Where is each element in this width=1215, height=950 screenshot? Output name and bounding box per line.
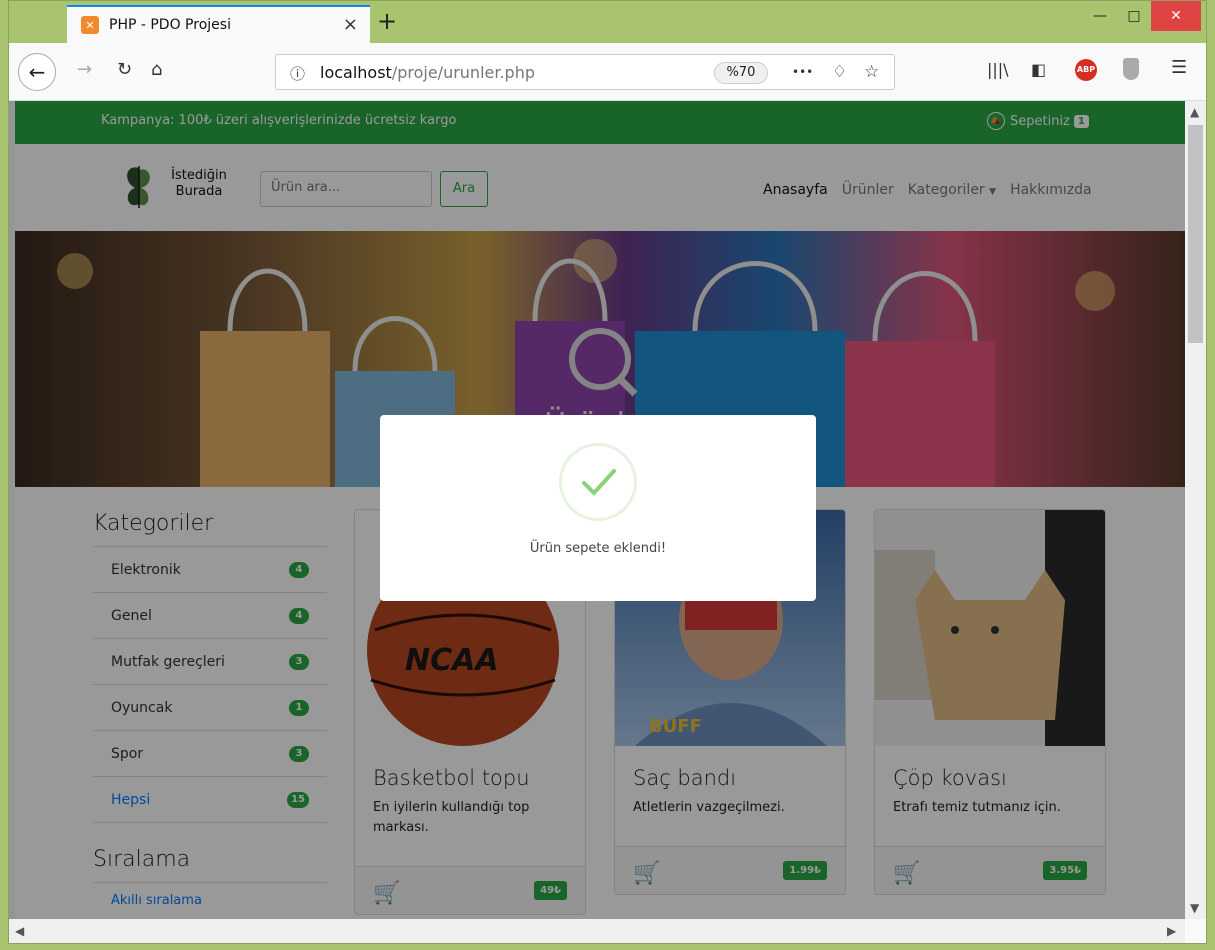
url-text[interactable]: localhost/proje/urunler.php <box>320 63 535 82</box>
shield-extension-icon[interactable] <box>1123 58 1139 80</box>
title-bar: ✕ PHP - PDO Projesi × + — □ ✕ <box>9 1 1206 43</box>
minimize-icon[interactable]: — <box>1085 1 1115 31</box>
pocket-icon[interactable]: ♢ <box>832 62 847 82</box>
bookmark-star-icon[interactable]: ☆ <box>864 62 879 82</box>
horizontal-scrollbar[interactable]: ◀ ▶ <box>9 919 1185 943</box>
tab-close-icon[interactable]: × <box>343 14 358 35</box>
scroll-right-icon[interactable]: ▶ <box>1167 924 1176 938</box>
browser-tab[interactable]: ✕ PHP - PDO Projesi × <box>67 5 370 43</box>
library-icon[interactable]: |||\ <box>987 60 1009 79</box>
page-actions-icon[interactable]: ••• <box>792 65 813 79</box>
navigation-toolbar: ← → ↻ ⌂ ⓘ localhost/proje/urunler.php %7… <box>9 43 1206 101</box>
forward-arrow-icon[interactable]: → <box>77 59 92 80</box>
xampp-favicon-icon: ✕ <box>81 16 99 34</box>
modal-message: Ürün sepete eklendi! <box>529 541 667 556</box>
reload-icon[interactable]: ↻ <box>117 59 132 80</box>
zoom-indicator[interactable]: %70 <box>714 62 768 84</box>
back-arrow-icon[interactable]: ← <box>18 53 56 91</box>
sidebar-icon[interactable]: ◧ <box>1031 60 1046 79</box>
site-info-icon[interactable]: ⓘ <box>290 63 305 84</box>
close-window-icon[interactable]: ✕ <box>1151 1 1201 31</box>
scroll-left-icon[interactable]: ◀ <box>15 924 24 938</box>
success-modal: Ürün sepete eklendi! <box>380 415 816 601</box>
home-icon[interactable]: ⌂ <box>151 59 162 80</box>
scroll-down-icon[interactable]: ▼ <box>1190 901 1199 915</box>
menu-icon[interactable]: ☰ <box>1171 57 1187 78</box>
adblock-plus-icon[interactable]: ABP <box>1075 59 1097 81</box>
vertical-scrollbar[interactable]: ▲ ▼ <box>1185 101 1206 919</box>
success-check-icon <box>559 443 637 521</box>
new-tab-button[interactable]: + <box>377 7 397 35</box>
tab-title: PHP - PDO Projesi <box>109 17 231 33</box>
maximize-icon[interactable]: □ <box>1119 1 1149 31</box>
scrollbar-thumb[interactable] <box>1188 125 1203 343</box>
scroll-up-icon[interactable]: ▲ <box>1190 105 1199 119</box>
address-bar[interactable]: ⓘ localhost/proje/urunler.php %70 ••• ♢ … <box>275 54 895 90</box>
